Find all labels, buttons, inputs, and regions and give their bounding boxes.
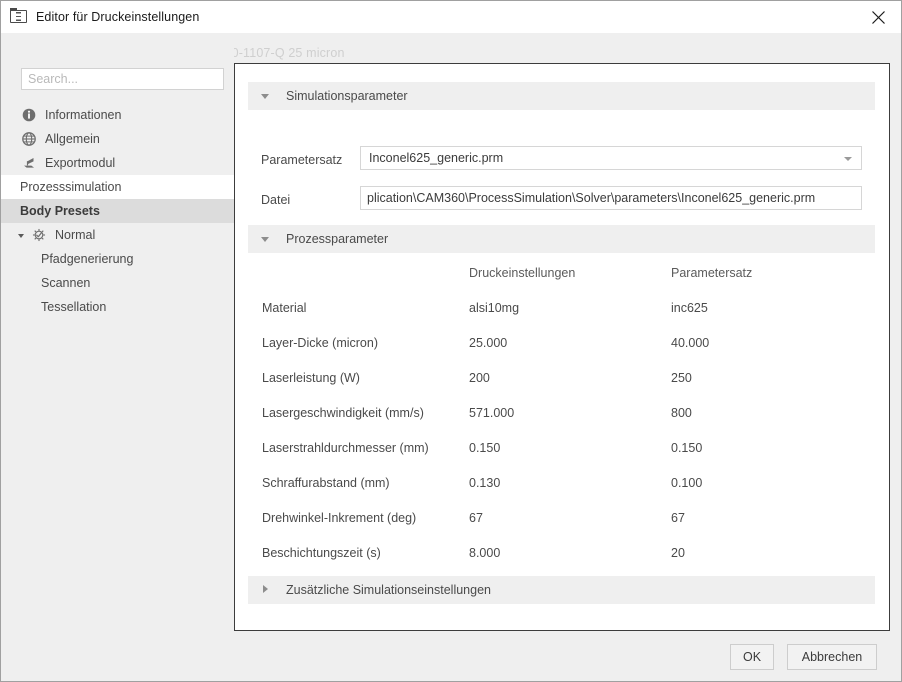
row-value-print-settings: 200 xyxy=(469,371,490,385)
section-header-zusaetzliche-simulationseinstellungen[interactable]: Zusätzliche Simulationseinstellungen xyxy=(248,576,875,604)
row-label: Laserstrahldurchmesser (mm) xyxy=(262,441,429,455)
folder-hourglass-icon xyxy=(10,8,28,26)
parametersatz-combobox[interactable]: Inconel625_generic.prm xyxy=(360,146,862,170)
chevron-down-icon[interactable] xyxy=(261,234,271,244)
row-value-print-settings: 67 xyxy=(469,511,483,525)
row-label: Schraffurabstand (mm) xyxy=(262,476,390,490)
chevron-right-icon[interactable] xyxy=(261,585,271,595)
sidebar-item-label: Prozesssimulation xyxy=(20,179,122,194)
sidebar-item-label: Allgemein xyxy=(45,131,100,146)
section-title: Prozessparameter xyxy=(286,232,389,246)
section-title: Simulationsparameter xyxy=(286,89,408,103)
row-label: Material xyxy=(262,301,307,315)
close-icon[interactable] xyxy=(855,1,901,33)
row-label: Laserleistung (W) xyxy=(262,371,360,385)
sidebar-item-label: Tessellation xyxy=(41,299,107,314)
info-icon xyxy=(21,107,37,123)
column-header-parametersatz: Parametersatz xyxy=(671,266,753,280)
sidebar-item-scannen[interactable]: Scannen xyxy=(1,271,90,295)
sidebar: Informationen Allgemein xyxy=(1,33,234,599)
ok-button[interactable]: OK xyxy=(730,644,774,670)
row-value-parameter-set: 800 xyxy=(671,406,692,420)
cancel-button[interactable]: Abbrechen xyxy=(787,644,877,670)
row-value-parameter-set: 0.100 xyxy=(671,476,703,490)
row-label: Layer-Dicke (micron) xyxy=(262,336,378,350)
search-field-wrapper xyxy=(21,68,224,90)
row-value-parameter-set: 40.000 xyxy=(671,336,710,350)
row-label: Drehwinkel-Inkrement (deg) xyxy=(262,511,417,525)
sidebar-item-pfadgenerierung[interactable]: Pfadgenerierung xyxy=(1,247,133,271)
chevron-down-icon[interactable] xyxy=(18,231,27,240)
row-label: Lasergeschwindigkeit (mm/s) xyxy=(262,406,424,420)
chevron-down-icon[interactable] xyxy=(844,157,852,161)
row-label: Beschichtungszeit (s) xyxy=(262,546,381,560)
dialog-footer: OK Abbrechen xyxy=(1,631,901,681)
sidebar-item-label: Informationen xyxy=(45,107,122,122)
row-value-print-settings: 0.130 xyxy=(469,476,501,490)
datei-value: plication\CAM360\ProcessSimulation\Solve… xyxy=(367,191,816,205)
sidebar-item-label: Scannen xyxy=(41,275,91,290)
row-value-parameter-set: inc625 xyxy=(671,301,708,315)
search-input[interactable] xyxy=(21,68,224,90)
row-value-parameter-set: 250 xyxy=(671,371,692,385)
sidebar-item-label: Normal xyxy=(55,227,96,242)
sidebar-item-prozesssimulation[interactable]: Prozesssimulation xyxy=(1,175,234,199)
sidebar-item-exportmodul[interactable]: Exportmodul xyxy=(1,151,115,175)
sidebar-item-label: Body Presets xyxy=(20,203,100,218)
sidebar-item-normal[interactable]: Normal xyxy=(1,223,95,247)
section-title: Zusätzliche Simulationseinstellungen xyxy=(286,583,491,597)
row-value-print-settings: 0.150 xyxy=(469,441,501,455)
sidebar-item-label: Exportmodul xyxy=(45,155,116,170)
sidebar-item-allgemein[interactable]: Allgemein xyxy=(1,127,100,151)
sidebar-item-label: Pfadgenerierung xyxy=(41,251,134,266)
section-header-simulationsparameter[interactable]: Simulationsparameter xyxy=(248,82,875,110)
dialog-body: Fusion 360 library > Aluminium AlSi10-11… xyxy=(1,33,901,631)
parametersatz-label: Parametersatz xyxy=(261,153,343,167)
row-value-print-settings: alsi10mg xyxy=(469,301,520,315)
chevron-down-icon[interactable] xyxy=(261,91,271,101)
gear-check-icon xyxy=(31,227,47,243)
globe-icon xyxy=(21,131,37,147)
column-header-druckeinstellungen: Druckeinstellungen xyxy=(469,266,576,280)
parametersatz-value: Inconel625_generic.prm xyxy=(369,151,504,165)
row-value-print-settings: 25.000 xyxy=(469,336,508,350)
row-value-parameter-set: 20 xyxy=(671,546,685,560)
row-value-print-settings: 571.000 xyxy=(469,406,515,420)
sidebar-item-informationen[interactable]: Informationen xyxy=(1,103,121,127)
sidebar-item-tessellation[interactable]: Tessellation xyxy=(1,295,106,319)
row-value-parameter-set: 67 xyxy=(671,511,685,525)
window-titlebar: Editor für Druckeinstellungen xyxy=(1,1,901,33)
sidebar-item-body-presets[interactable]: Body Presets xyxy=(1,199,234,223)
row-value-parameter-set: 0.150 xyxy=(671,441,703,455)
datei-input[interactable]: plication\CAM360\ProcessSimulation\Solve… xyxy=(360,186,862,210)
datei-label: Datei xyxy=(261,193,291,207)
export-icon xyxy=(21,155,37,171)
print-settings-editor-dialog: Editor für Druckeinstellungen Fusion 360… xyxy=(0,0,902,682)
window-title: Editor für Druckeinstellungen xyxy=(36,10,200,24)
section-header-prozessparameter[interactable]: Prozessparameter xyxy=(248,225,875,253)
row-value-print-settings: 8.000 xyxy=(469,546,501,560)
main-content-panel: Simulationsparameter Parametersatz Incon… xyxy=(234,63,890,631)
